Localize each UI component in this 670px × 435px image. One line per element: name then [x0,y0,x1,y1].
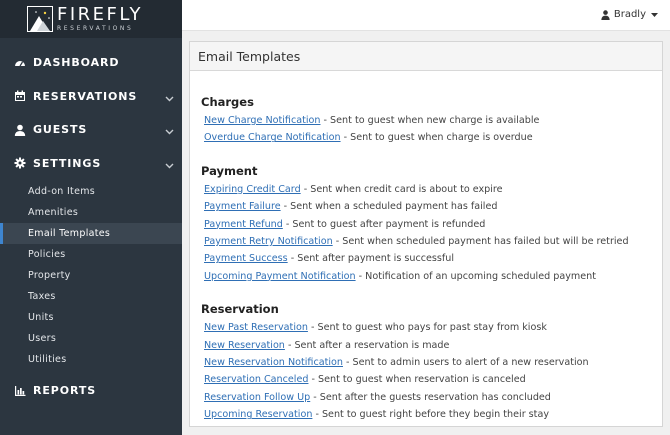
list-item: Upcoming Payment Notification - Notifica… [201,271,662,288]
caret-down-icon [651,9,658,20]
template-description: - Sent to guest when reservation is canc… [308,374,526,386]
nav-label-settings: SETTINGS [33,156,102,170]
sidebar-item-utilities[interactable]: Utilities [0,349,182,370]
top-bar: Bradly [182,0,670,31]
template-description: - Notification of an upcoming scheduled … [355,270,596,282]
nav-item-reservations[interactable]: RESERVATIONS [0,80,182,114]
template-description: - Sent to guest who pays for past stay f… [307,322,547,334]
panel-title: Email Templates [190,42,662,71]
nav-label-reports: REPORTS [33,384,97,398]
sidebar-item-units[interactable]: Units [0,307,182,328]
brand-name: FIREFLY [57,4,144,25]
section-title: Payment [201,163,258,178]
nav-item-reports[interactable]: REPORTS [0,374,182,408]
list-item: Reservation Canceled - Sent to guest whe… [201,374,662,391]
user-name: Bradly [613,9,646,20]
settings-submenu: Add-on Items Amenities Email Templates P… [0,180,182,370]
bar-chart-icon [14,385,26,397]
list-item: Upcoming Reservation - Sent to guest rig… [201,409,662,426]
template-description: - Sent after a reservation is made [284,339,450,351]
firefly-logo-icon [27,6,53,32]
sidebar-item-add-on-items[interactable]: Add-on Items [0,181,182,202]
section-charges: Charges New Charge Notification - Sent t… [201,95,662,150]
section-title: Reservation [201,302,279,317]
list-item: Payment Refund - Sent to guest after pay… [201,219,662,236]
list-item: New Reservation Notification - Sent to a… [201,357,662,374]
user-icon [601,9,610,20]
template-description: - Sent to guest when charge is overdue [340,132,533,144]
list-item: Reservation Follow Up - Sent after the g… [201,392,662,409]
sidebar-item-users[interactable]: Users [0,328,182,349]
list-item: Overdue Charge Notification - Sent to gu… [201,132,662,149]
sidebar-item-property[interactable]: Property [0,265,182,286]
template-description: - Sent to guest after payment is refunde… [282,218,486,230]
sidebar-item-email-templates[interactable]: Email Templates [0,223,182,244]
template-link-new-reservation-notification[interactable]: New Reservation Notification [204,357,343,368]
sidebar-item-amenities[interactable]: Amenities [0,202,182,223]
template-link-overdue-charge-notification[interactable]: Overdue Charge Notification [204,132,341,143]
chevron-down-icon [165,159,174,172]
template-description: - Sent to guest right before they begin … [312,409,549,421]
template-link-payment-success[interactable]: Payment Success [204,253,288,264]
template-link-expiring-credit-card[interactable]: Expiring Credit Card [204,184,301,195]
template-description: - Sent when scheduled payment has failed… [332,235,629,247]
template-link-reservation-follow-up[interactable]: Reservation Follow Up [204,392,310,403]
calendar-icon [14,90,26,102]
template-link-payment-retry-notification[interactable]: Payment Retry Notification [204,236,333,247]
list-item: Payment Failure - Sent when a scheduled … [201,201,662,218]
panel-body: Charges New Charge Notification - Sent t… [190,71,662,426]
email-templates-panel: Email Templates Charges New Charge Notif… [189,41,663,427]
nav-label-dashboard: DASHBOARD [33,56,120,70]
nav-item-guests[interactable]: GUESTS [0,113,182,147]
template-description: - Sent to guest when new charge is avail… [320,115,540,126]
gear-icon [14,157,26,169]
template-description: - Sent after payment is successful [287,253,455,265]
template-link-payment-failure[interactable]: Payment Failure [204,201,281,212]
template-description: - Sent when credit card is about to expi… [300,183,503,195]
nav-item-dashboard[interactable]: DASHBOARD [0,46,182,80]
user-icon [14,124,26,136]
template-link-new-past-reservation[interactable]: New Past Reservation [204,322,308,333]
section-title: Charges [201,95,254,109]
template-link-upcoming-payment-notification[interactable]: Upcoming Payment Notification [204,271,356,282]
section-reservation: Reservation New Past Reservation - Sent … [201,302,662,426]
section-payment: Payment Expiring Credit Card - Sent when… [201,164,662,288]
nav-item-settings[interactable]: SETTINGS [0,147,182,181]
list-item: Payment Retry Notification - Sent when s… [201,236,662,253]
list-item: Payment Success - Sent after payment is … [201,253,662,270]
sidebar: FIREFLY RESERVATIONS DASHBOARD RESERVATI… [0,0,182,435]
template-link-upcoming-reservation[interactable]: Upcoming Reservation [204,409,312,420]
chevron-down-icon [165,92,174,105]
sidebar-item-taxes[interactable]: Taxes [0,286,182,307]
list-item: New Past Reservation - Sent to guest who… [201,322,662,339]
main-nav: DASHBOARD RESERVATIONS GUESTS SETTINGS A… [0,38,182,408]
user-menu[interactable]: Bradly [601,9,658,20]
template-link-new-charge-notification[interactable]: New Charge Notification [204,115,321,126]
template-link-payment-refund[interactable]: Payment Refund [204,219,283,230]
list-item: New Reservation - Sent after a reservati… [201,340,662,357]
logo[interactable]: FIREFLY RESERVATIONS [0,0,182,38]
nav-label-guests: GUESTS [33,123,88,137]
template-description: - Sent to admin users to alert of a new … [343,356,589,368]
template-link-reservation-canceled[interactable]: Reservation Canceled [204,374,308,385]
list-item: New Charge Notification - Sent to guest … [201,115,662,132]
template-description: - Sent when a scheduled payment has fail… [280,201,498,213]
nav-label-reservations: RESERVATIONS [33,89,138,103]
dashboard-icon [14,57,26,69]
list-item: Expiring Credit Card - Sent when credit … [201,184,662,201]
sidebar-item-policies[interactable]: Policies [0,244,182,265]
chevron-down-icon [165,125,174,138]
brand-tagline: RESERVATIONS [57,25,134,32]
template-description: - Sent after the guests reservation has … [310,391,551,403]
template-link-new-reservation[interactable]: New Reservation [204,340,285,351]
